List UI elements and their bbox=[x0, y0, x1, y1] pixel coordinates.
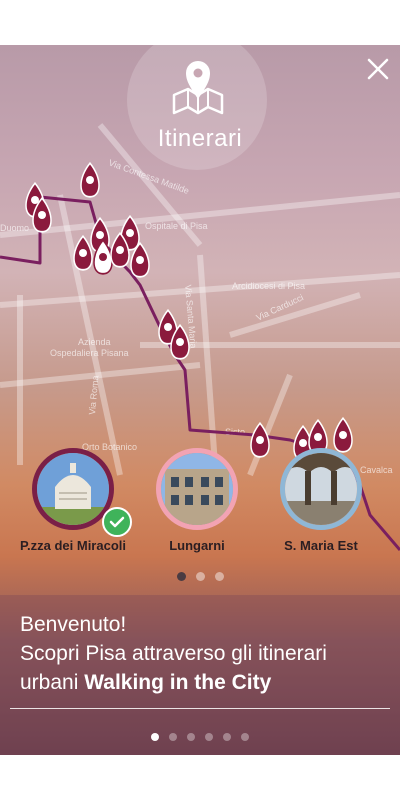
itinerary-item-miracoli[interactable]: P.zza dei Miracoli bbox=[8, 448, 138, 553]
map-pin-icon bbox=[172, 61, 224, 115]
map-label-ospedaliera: Ospedaliera Pisana bbox=[50, 348, 129, 358]
map-marker-icon[interactable] bbox=[333, 416, 353, 453]
map-label-ospitale: Ospitale di Pisa bbox=[145, 221, 208, 231]
map-label-arcidiocesi: Arcidiocesi di Pisa bbox=[232, 281, 305, 291]
carousel-dot[interactable] bbox=[214, 572, 224, 581]
welcome-body: Scopri Pisa attraverso gli itinerari urb… bbox=[20, 639, 390, 697]
itinerary-label: Lungarni bbox=[169, 538, 225, 553]
map-marker-icon[interactable] bbox=[80, 161, 100, 198]
itinerary-label: P.zza dei Miracoli bbox=[20, 538, 126, 553]
itinerary-thumbnail bbox=[156, 448, 238, 530]
welcome-highlight: Walking in the City bbox=[84, 671, 272, 694]
completed-check-icon bbox=[102, 507, 132, 537]
santa-maria-image bbox=[285, 453, 357, 525]
onboarding-dot[interactable] bbox=[169, 733, 177, 741]
baptistery-image bbox=[37, 453, 109, 525]
carousel-dot[interactable] bbox=[176, 572, 186, 581]
onboarding-pagination bbox=[0, 728, 400, 746]
map-label-azienda: Azienda bbox=[78, 337, 111, 347]
welcome-heading: Benvenuto! bbox=[20, 613, 127, 636]
app-screen: Duomo Ospitale di Pisa Arcidiocesi di Pi… bbox=[0, 45, 400, 755]
carousel-dot[interactable] bbox=[195, 572, 205, 581]
onboarding-dot[interactable] bbox=[151, 733, 159, 741]
page-title: Itinerari bbox=[157, 125, 243, 152]
close-icon[interactable] bbox=[364, 55, 392, 83]
onboarding-dot[interactable] bbox=[205, 733, 213, 741]
onboarding-dot[interactable] bbox=[187, 733, 195, 741]
welcome-text: Benvenuto! Scopri Pisa attraverso gli it… bbox=[20, 610, 390, 697]
itinerary-item-lungarni[interactable]: Lungarni bbox=[132, 448, 262, 553]
lungarni-image bbox=[161, 453, 233, 525]
itinerary-item-santa-maria[interactable]: S. Maria Est bbox=[256, 448, 386, 553]
onboarding-dot[interactable] bbox=[223, 733, 231, 741]
map-marker-icon[interactable] bbox=[73, 234, 93, 271]
itinerary-thumbnail bbox=[280, 448, 362, 530]
carousel-pagination bbox=[0, 568, 400, 586]
divider bbox=[10, 708, 390, 709]
map-label-duomo: Duomo bbox=[0, 223, 29, 233]
map-label-via-roma: Via Roma bbox=[87, 375, 100, 415]
onboarding-dot[interactable] bbox=[241, 733, 249, 741]
itinerary-label: S. Maria Est bbox=[284, 538, 358, 553]
